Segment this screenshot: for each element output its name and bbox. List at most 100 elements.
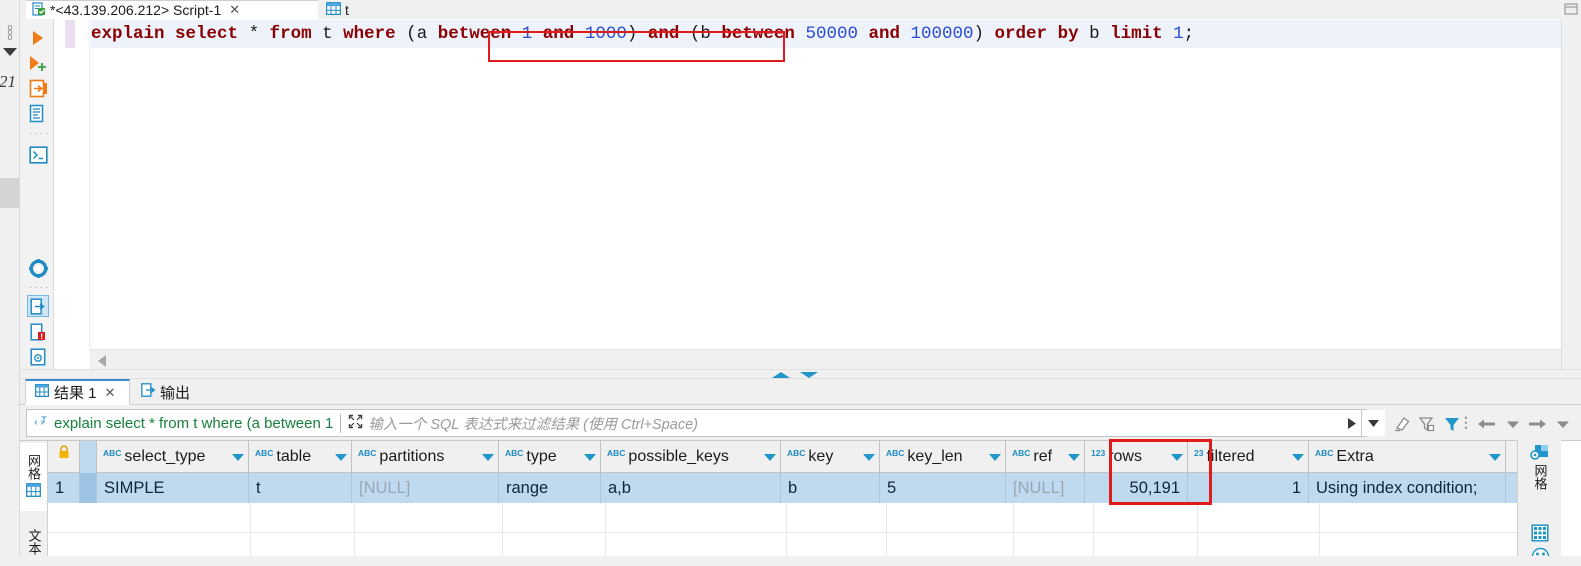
- close-icon[interactable]: ✕: [229, 2, 240, 18]
- chevron-down-icon[interactable]: [584, 453, 596, 461]
- chevron-down-icon[interactable]: [1171, 453, 1183, 461]
- tab-output[interactable]: 输出: [132, 379, 226, 405]
- row-number[interactable]: 1: [48, 473, 80, 503]
- cell-type[interactable]: range: [499, 473, 601, 503]
- collapse-up-icon[interactable]: [772, 372, 790, 378]
- sql-console-icon[interactable]: [27, 144, 49, 166]
- column-header-select_type[interactable]: ABC select_type: [97, 441, 249, 473]
- cell-ref[interactable]: [NULL]: [1006, 473, 1085, 503]
- cell-possible_keys[interactable]: a,b: [601, 473, 781, 503]
- chevron-down-icon[interactable]: [482, 453, 494, 461]
- explain-execution-plan-icon[interactable]: [27, 102, 49, 124]
- column-header-label: type: [526, 448, 557, 465]
- settings-gear-icon[interactable]: [27, 257, 49, 279]
- column-type-icon: ABC: [1315, 448, 1334, 458]
- tab-overflow-icon[interactable]: [1563, 1, 1579, 17]
- tab-results-1[interactable]: 结果 1 ✕: [25, 379, 130, 405]
- column-header-ref[interactable]: ABC ref: [1006, 441, 1085, 473]
- script-info-icon[interactable]: [27, 346, 49, 368]
- filter-input[interactable]: ‹› T explain select * from t where (a be…: [26, 409, 1367, 437]
- filter-history-button[interactable]: [1361, 410, 1385, 436]
- cell-rows[interactable]: 50,191: [1085, 473, 1188, 503]
- lock-icon[interactable]: [48, 441, 80, 473]
- column-header-table[interactable]: ABC table: [249, 441, 352, 473]
- editor-tab-table[interactable]: t: [320, 0, 390, 19]
- sql-editor[interactable]: explain select * from t where (a between…: [54, 19, 1581, 369]
- cell-select_type[interactable]: SIMPLE: [97, 473, 249, 503]
- column-header-label: possible_keys: [628, 448, 729, 465]
- column-type-icon: ABC: [886, 448, 905, 458]
- text-caret: [340, 413, 342, 433]
- collapse-down-icon[interactable]: [800, 372, 818, 378]
- previous-page-button[interactable]: [1476, 413, 1498, 435]
- results-grid[interactable]: ABC select_type ABC table ABC partitions ABC ty…: [48, 439, 1537, 566]
- editor-horizontal-scrollbar[interactable]: [90, 349, 1581, 369]
- presentation-tab-grid[interactable]: 网格: [20, 443, 47, 511]
- cell-value: 50,191: [1129, 478, 1180, 497]
- cell-table[interactable]: t: [249, 473, 352, 503]
- cell-value: 5: [887, 478, 897, 497]
- chevron-down-icon[interactable]: [764, 453, 776, 461]
- filter-expression-icon: ‹› T: [33, 414, 49, 433]
- column-header-filtered[interactable]: 23 filtered: [1188, 441, 1309, 473]
- previous-page-menu[interactable]: [1502, 413, 1524, 435]
- column-type-icon: ABC: [787, 448, 806, 458]
- rail-item-grid-settings[interactable]: 网格: [1518, 442, 1562, 490]
- editor-tab-label: *<43.139.206.212> Script-1: [50, 2, 222, 18]
- load-sql-script-icon[interactable]: [27, 295, 49, 317]
- sql-query-line[interactable]: explain select * from t where (a between…: [91, 20, 1561, 48]
- column-header-label: key: [808, 448, 834, 465]
- cell-partitions[interactable]: [NULL]: [352, 473, 499, 503]
- column-header-possible_keys[interactable]: ABC possible_keys: [601, 441, 781, 473]
- next-page-menu[interactable]: [1552, 413, 1574, 435]
- chevron-down-icon[interactable]: [232, 453, 244, 461]
- save-sql-script-icon[interactable]: [27, 321, 49, 343]
- scroll-block[interactable]: [0, 178, 19, 208]
- cell-value: range: [506, 478, 549, 497]
- drag-dots-icon[interactable]: ooo: [4, 23, 16, 42]
- clear-filter-button[interactable]: [1391, 413, 1413, 435]
- expand-icon[interactable]: [348, 414, 363, 433]
- next-page-button[interactable]: [1526, 413, 1548, 435]
- results-grid-panel: 网格 文本 ABC select_type ABC table ABC part…: [20, 439, 1581, 566]
- cell-Extra[interactable]: Using index condition;: [1309, 473, 1506, 503]
- editor-tab-script[interactable]: *<43.139.206.212> Script-1 ✕: [26, 0, 318, 19]
- column-header-key[interactable]: ABC key: [781, 441, 880, 473]
- scroll-left-icon[interactable]: [98, 355, 106, 367]
- toggle-filter-button[interactable]: [1441, 413, 1463, 435]
- column-header-type[interactable]: ABC type: [499, 441, 601, 473]
- column-header-rows[interactable]: 123 rows: [1085, 441, 1188, 473]
- column-type-icon: ABC: [607, 448, 626, 458]
- chevron-down-icon[interactable]: [863, 453, 875, 461]
- panel-index-label: 21: [0, 72, 16, 91]
- close-icon[interactable]: ✕: [105, 385, 116, 401]
- cell-key[interactable]: b: [781, 473, 880, 503]
- rail-item-calculator[interactable]: [1518, 522, 1562, 544]
- chevron-down-icon[interactable]: [1068, 453, 1080, 461]
- column-header-label: select_type: [124, 448, 206, 465]
- cell-key_len[interactable]: 5: [880, 473, 1006, 503]
- more-options-button[interactable]: • • •: [1463, 414, 1469, 433]
- execute-statement-icon[interactable]: [27, 27, 49, 49]
- toolbar-separator-dots: ····: [29, 128, 51, 139]
- chevron-down-icon[interactable]: [989, 453, 1001, 461]
- editor-side-toolbar: ···· ····: [21, 19, 54, 369]
- table-row[interactable]: 1 SIMPLE t [NULL] range a,b b 5 [NULL] 50,191 1 Usi…: [48, 473, 1537, 503]
- execute-script-icon[interactable]: [27, 52, 49, 74]
- cell-value: a,b: [608, 478, 631, 497]
- column-header-label: Extra: [1336, 448, 1374, 465]
- cell-value: [NULL]: [359, 478, 411, 497]
- chevron-down-icon[interactable]: [1292, 453, 1304, 461]
- chevron-down-icon[interactable]: [1489, 453, 1501, 461]
- export-from-query-icon[interactable]: [27, 77, 49, 99]
- row-selector[interactable]: [80, 473, 97, 503]
- remove-filter-button[interactable]: [1416, 413, 1438, 435]
- chevron-down-icon[interactable]: [3, 48, 17, 56]
- column-header-Extra[interactable]: ABC Extra: [1309, 441, 1506, 473]
- column-header-partitions[interactable]: ABC partitions: [352, 441, 499, 473]
- output-icon: [141, 383, 156, 401]
- cell-filtered[interactable]: 1: [1188, 473, 1309, 503]
- editor-results-splitter[interactable]: [20, 369, 1581, 379]
- chevron-down-icon[interactable]: [335, 453, 347, 461]
- column-header-key_len[interactable]: ABC key_len: [880, 441, 1006, 473]
